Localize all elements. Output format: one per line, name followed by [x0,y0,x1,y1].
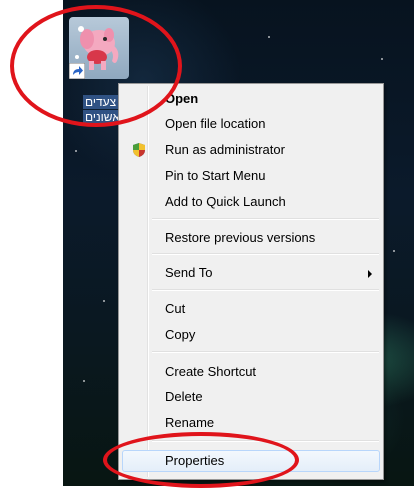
shield-icon [133,143,145,157]
menu-item-add-to-quick-launch[interactable]: Add to Quick Launch [122,191,380,213]
menu-item-label: Send To [165,265,213,280]
menu-item-label: Cut [165,301,186,316]
submenu-arrow-icon [368,270,372,278]
menu-item-open-file-location[interactable]: Open file location [122,113,380,135]
menu-item-create-shortcut[interactable]: Create Shortcut [122,361,380,383]
menu-item-label: Delete [165,389,203,404]
menu-item-copy[interactable]: Copy [122,324,380,346]
menu-item-label: Create Shortcut [165,364,257,379]
menu-item-label: Add to Quick Launch [165,194,286,209]
menu-item-send-to[interactable]: Send To [122,262,380,284]
menu-item-label: Restore previous versions [165,230,316,245]
menu-item-label: Rename [165,415,215,430]
star-decoration [393,250,395,252]
menu-separator [152,351,379,353]
star-decoration [268,36,270,38]
menu-separator [152,289,379,291]
annotation-circle-properties [103,432,299,488]
menu-item-cut[interactable]: Cut [122,298,380,320]
menu-item-rename[interactable]: Rename [122,412,380,434]
menu-separator [152,253,379,255]
annotation-circle-icon [10,5,182,127]
star-decoration [83,380,85,382]
star-decoration [381,58,383,60]
menu-item-label: Run as administrator [165,142,285,157]
context-menu: Open Open file location Run as administr… [118,83,384,480]
menu-item-pin-to-start-menu[interactable]: Pin to Start Menu [122,165,380,187]
menu-item-label: Pin to Start Menu [165,168,266,183]
menu-item-run-as-administrator[interactable]: Run as administrator [122,139,380,161]
star-decoration [103,300,105,302]
menu-item-label: Open file location [165,116,266,131]
star-decoration [75,150,77,152]
menu-separator [152,218,379,220]
menu-item-restore-previous-versions[interactable]: Restore previous versions [122,227,380,249]
menu-item-delete[interactable]: Delete [122,386,380,408]
menu-item-label: Copy [165,327,196,342]
